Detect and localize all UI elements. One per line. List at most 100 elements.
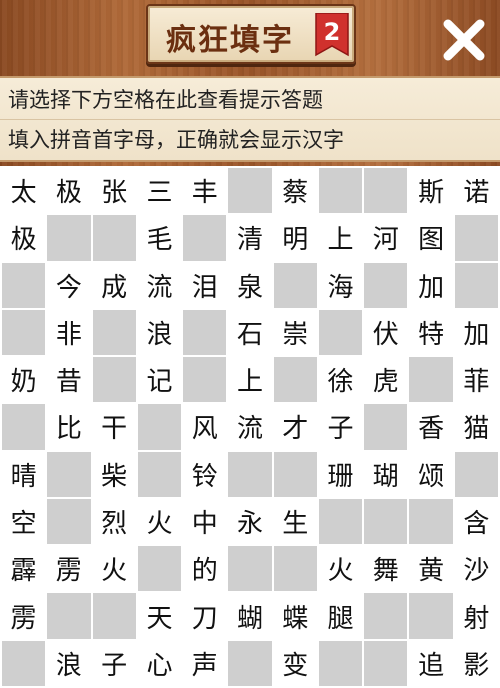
grid-cell[interactable]: 风 — [183, 404, 227, 450]
grid-cell[interactable]: 沙 — [454, 546, 498, 592]
grid-cell[interactable]: 清 — [228, 215, 272, 261]
grid-cell-empty[interactable] — [2, 262, 46, 308]
grid-cell[interactable]: 浪 — [47, 640, 91, 686]
grid-cell-empty[interactable] — [47, 451, 91, 497]
grid-cell[interactable]: 上 — [228, 357, 272, 403]
grid-cell[interactable]: 铃 — [183, 451, 227, 497]
grid-cell[interactable]: 刀 — [183, 593, 227, 639]
grid-cell-empty[interactable] — [454, 451, 498, 497]
grid-cell-empty[interactable] — [2, 640, 46, 686]
grid-cell-empty[interactable] — [183, 215, 227, 261]
grid-cell[interactable]: 河 — [364, 215, 408, 261]
grid-cell-empty[interactable] — [364, 404, 408, 450]
grid-cell-empty[interactable] — [273, 357, 317, 403]
grid-cell[interactable]: 加 — [409, 262, 453, 308]
grid-cell-empty[interactable] — [47, 215, 91, 261]
grid-cell-empty[interactable] — [137, 451, 182, 497]
grid-cell[interactable]: 成 — [92, 262, 136, 308]
grid-cell[interactable]: 石 — [228, 309, 272, 356]
grid-cell[interactable]: 泪 — [183, 262, 227, 308]
grid-cell[interactable]: 声 — [183, 640, 227, 686]
grid-cell[interactable]: 流 — [228, 404, 272, 450]
grid-cell[interactable]: 火 — [137, 498, 182, 545]
grid-cell[interactable]: 徐 — [318, 357, 363, 403]
grid-cell[interactable]: 上 — [318, 215, 363, 261]
grid-cell[interactable]: 黄 — [409, 546, 453, 592]
grid-cell-empty[interactable] — [92, 215, 136, 261]
grid-cell[interactable]: 流 — [137, 262, 182, 308]
grid-cell[interactable]: 加 — [454, 309, 498, 356]
grid-cell[interactable]: 毛 — [137, 215, 182, 261]
grid-cell[interactable]: 诺 — [454, 168, 498, 214]
grid-cell-empty[interactable] — [409, 357, 453, 403]
grid-cell[interactable]: 菲 — [454, 357, 498, 403]
grid-cell-empty[interactable] — [228, 546, 272, 592]
grid-cell[interactable]: 的 — [183, 546, 227, 592]
grid-cell[interactable]: 永 — [228, 498, 272, 545]
grid-cell[interactable]: 雳 — [2, 593, 46, 639]
grid-cell[interactable]: 极 — [47, 168, 91, 214]
grid-cell[interactable]: 雳 — [47, 546, 91, 592]
grid-cell-empty[interactable] — [409, 498, 453, 545]
grid-cell[interactable]: 丰 — [183, 168, 227, 214]
grid-cell[interactable]: 记 — [137, 357, 182, 403]
grid-cell[interactable]: 空 — [2, 498, 46, 545]
grid-cell-empty[interactable] — [364, 262, 408, 308]
grid-cell-empty[interactable] — [183, 357, 227, 403]
grid-cell[interactable]: 颂 — [409, 451, 453, 497]
grid-cell[interactable]: 猫 — [454, 404, 498, 450]
grid-cell[interactable]: 珊 — [318, 451, 363, 497]
grid-cell-empty[interactable] — [228, 640, 272, 686]
grid-cell[interactable]: 含 — [454, 498, 498, 545]
grid-cell[interactable]: 斯 — [409, 168, 453, 214]
grid-cell-empty[interactable] — [454, 215, 498, 261]
grid-cell-empty[interactable] — [273, 546, 317, 592]
grid-cell-empty[interactable] — [273, 451, 317, 497]
grid-cell-empty[interactable] — [92, 593, 136, 639]
grid-cell[interactable]: 生 — [273, 498, 317, 545]
grid-cell-empty[interactable] — [454, 262, 498, 308]
grid-cell[interactable]: 柴 — [92, 451, 136, 497]
grid-cell-empty[interactable] — [409, 593, 453, 639]
grid-cell-empty[interactable] — [228, 168, 272, 214]
grid-cell[interactable]: 霹 — [2, 546, 46, 592]
grid-cell[interactable]: 变 — [273, 640, 317, 686]
close-button[interactable] — [438, 14, 490, 66]
grid-cell[interactable]: 火 — [92, 546, 136, 592]
grid-cell[interactable]: 伏 — [364, 309, 408, 356]
grid-cell-empty[interactable] — [318, 640, 363, 686]
grid-cell[interactable]: 子 — [92, 640, 136, 686]
grid-cell-empty[interactable] — [364, 640, 408, 686]
grid-cell[interactable]: 舞 — [364, 546, 408, 592]
grid-cell-empty[interactable] — [137, 404, 182, 450]
grid-cell[interactable]: 射 — [454, 593, 498, 639]
grid-cell-empty[interactable] — [318, 168, 363, 214]
grid-cell-empty[interactable] — [318, 309, 363, 356]
grid-cell[interactable]: 明 — [273, 215, 317, 261]
grid-cell-empty[interactable] — [364, 168, 408, 214]
grid-cell[interactable]: 影 — [454, 640, 498, 686]
grid-cell-empty[interactable] — [92, 357, 136, 403]
grid-cell[interactable]: 香 — [409, 404, 453, 450]
grid-cell[interactable]: 子 — [318, 404, 363, 450]
grid-cell-empty[interactable] — [364, 593, 408, 639]
grid-cell[interactable]: 太 — [2, 168, 46, 214]
grid-cell-empty[interactable] — [47, 593, 91, 639]
grid-cell[interactable]: 蔡 — [273, 168, 317, 214]
grid-cell-empty[interactable] — [47, 498, 91, 545]
grid-cell[interactable]: 中 — [183, 498, 227, 545]
grid-cell[interactable]: 蝴 — [228, 593, 272, 639]
grid-cell[interactable]: 浪 — [137, 309, 182, 356]
grid-cell-empty[interactable] — [364, 498, 408, 545]
grid-cell[interactable]: 崇 — [273, 309, 317, 356]
grid-cell[interactable]: 火 — [318, 546, 363, 592]
grid-cell[interactable]: 天 — [137, 593, 182, 639]
grid-cell-empty[interactable] — [2, 309, 46, 356]
grid-cell-empty[interactable] — [92, 309, 136, 356]
grid-cell[interactable]: 三 — [137, 168, 182, 214]
grid-cell[interactable]: 比 — [47, 404, 91, 450]
grid-cell[interactable]: 奶 — [2, 357, 46, 403]
grid-cell[interactable]: 海 — [318, 262, 363, 308]
grid-cell[interactable]: 才 — [273, 404, 317, 450]
grid-cell[interactable]: 晴 — [2, 451, 46, 497]
